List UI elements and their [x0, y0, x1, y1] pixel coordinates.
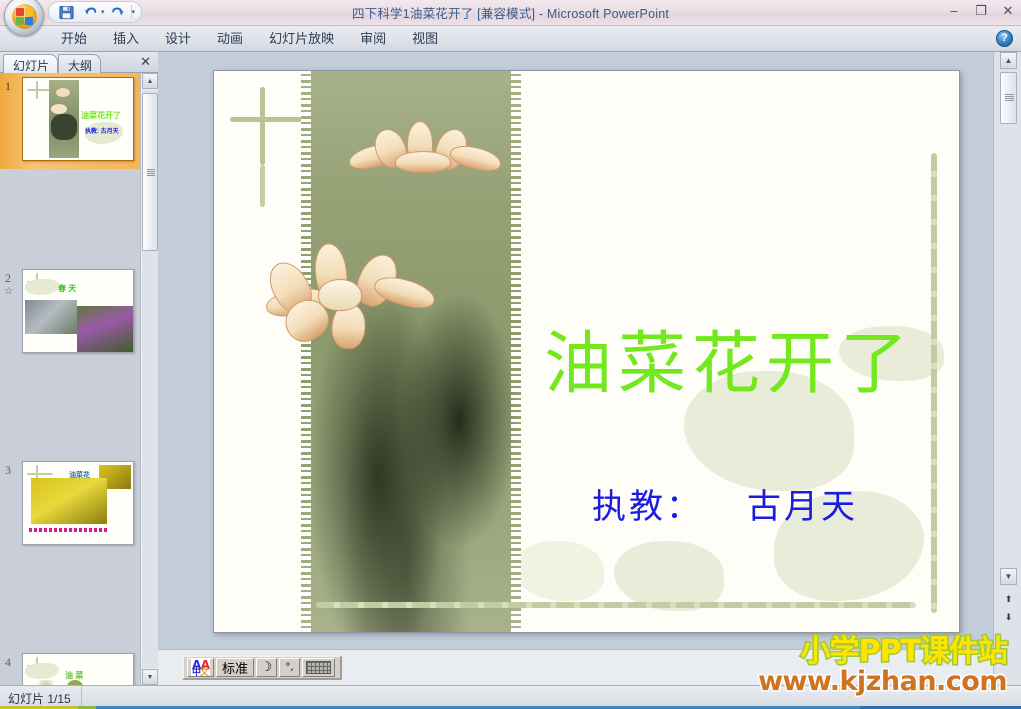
mini-blob-decor — [25, 279, 59, 295]
tab-review[interactable]: 审阅 — [347, 27, 399, 52]
mini-slide-bg: 油菜花开了 执教: 古月天 — [23, 78, 133, 160]
window-controls: – ❐ ✕ — [945, 2, 1017, 20]
panel-scroll-up-button[interactable]: ▲ — [142, 73, 158, 89]
thumbnail-item-4[interactable]: 4 油 菜 — [0, 649, 140, 685]
scroll-grip-icon — [147, 169, 155, 176]
panel-scrollbar[interactable]: ▲ ▼ — [140, 73, 158, 685]
mini-title: 油菜花 — [69, 472, 90, 479]
thumbnail-item-3[interactable]: 3 油菜花 — [0, 457, 140, 553]
thumbnail-list: 1 油菜花开了 执教: 古月天 2 ☆ 春 天 3 油菜花 4 油 菜 — [0, 73, 140, 685]
ime-language-bar[interactable]: A A 中 文 标准 ☽ °, — [182, 655, 342, 680]
ribbon-tabs: 开始 插入 设计 动画 幻灯片放映 审阅 视图 — [48, 26, 451, 52]
thumbnail-preview: 油 菜 — [22, 653, 134, 685]
powerpoint-window: ▾ ▾ 四下科学1油菜花开了 [兼容模式] - Microsoft PowerP… — [0, 0, 1021, 709]
window-title: 四下科学1油菜花开了 [兼容模式] - Microsoft PowerPoint — [351, 7, 670, 21]
undo-dropdown-caret[interactable]: ▾ — [101, 8, 105, 16]
title-bar: ▾ ▾ 四下科学1油菜花开了 [兼容模式] - Microsoft PowerP… — [0, 0, 1021, 36]
ime-mode-button[interactable]: 标准 — [216, 658, 254, 677]
mini-title: 春 天 — [58, 284, 77, 293]
tab-view[interactable]: 视图 — [399, 27, 451, 52]
slides-panel: 幻灯片 大纲 ✕ 1 油菜花开了 执教: 古月天 2 ☆ 春 天 3 油菜花 4… — [0, 52, 158, 685]
office-logo-icon — [12, 4, 37, 29]
thumbnail-preview: 油菜花 — [22, 461, 134, 545]
customize-qat-caret[interactable]: ▾ — [132, 8, 136, 16]
tab-animations[interactable]: 动画 — [204, 27, 256, 52]
subtitle-label: 执教： — [592, 487, 703, 527]
tab-home[interactable]: 开始 — [48, 27, 100, 52]
panel-scroll-down-button[interactable]: ▼ — [142, 669, 158, 685]
slide-edit-area: 油菜花开了 执教： 古月天 A A 中 文 标准 ☽ °, — [158, 52, 993, 685]
scroll-up-button[interactable]: ▲ — [1000, 52, 1017, 69]
slide-title-text[interactable]: 油菜花开了 — [544, 331, 914, 399]
status-bar: 幻灯片 1/15 — [0, 685, 1021, 709]
next-slide-button[interactable]: ⬇ — [1001, 610, 1016, 624]
ime-logo-button[interactable]: A A 中 文 — [187, 658, 214, 677]
panel-tab-outline[interactable]: 大纲 — [58, 54, 102, 73]
tab-design[interactable]: 设计 — [152, 27, 204, 52]
view-status-bar: A A 中 文 标准 ☽ °, — [158, 649, 993, 685]
thumbnail-number: 4 — [5, 655, 11, 669]
panel-close-icon[interactable]: ✕ — [140, 55, 151, 69]
tab-slideshow[interactable]: 幻灯片放映 — [256, 27, 347, 52]
redo-icon — [112, 7, 124, 15]
quick-access-toolbar: ▾ ▾ — [48, 1, 143, 23]
ime-punctuation-button[interactable]: °, — [279, 658, 300, 677]
panel-scroll-track[interactable] — [142, 90, 158, 668]
thumbnail-item-2[interactable]: 2 ☆ 春 天 — [0, 265, 140, 361]
ribbon-tab-bar: 开始 插入 设计 动画 幻灯片放映 审阅 视图 ? — [0, 26, 1021, 52]
scroll-grip-icon — [1005, 94, 1014, 102]
mini-slide-bg: 油 菜 — [23, 654, 133, 685]
thumbnail-number: 2 — [5, 271, 11, 285]
tab-insert[interactable]: 插入 — [100, 27, 152, 52]
slide-subtitle-text[interactable]: 执教： 古月天 — [592, 479, 858, 528]
thumbnail-number: 1 — [5, 79, 11, 93]
maximize-button[interactable]: ❐ — [972, 2, 990, 20]
thumbnail-preview: 油菜花开了 执教: 古月天 — [22, 77, 134, 161]
subtitle-name: 古月天 — [747, 487, 858, 527]
band-right-torn-edge — [511, 71, 521, 632]
save-button[interactable] — [55, 2, 77, 22]
animation-star-icon: ☆ — [4, 286, 13, 297]
mini-slide-bg: 春 天 — [23, 270, 133, 352]
slide-bottom-border-decor — [316, 602, 916, 608]
panel-tab-bar: 幻灯片 大纲 ✕ — [0, 52, 158, 73]
mini-blob-decor — [25, 663, 59, 679]
thumbnail-item-1[interactable]: 1 油菜花开了 执教: 古月天 — [0, 73, 140, 169]
ime-logo-d: 文 — [199, 668, 209, 676]
current-slide-canvas[interactable]: 油菜花开了 执教： 古月天 — [213, 70, 960, 633]
close-button[interactable]: ✕ — [999, 2, 1017, 20]
mini-slide-bg: 油菜花 — [23, 462, 133, 544]
undo-button[interactable] — [79, 2, 101, 22]
save-icon — [58, 5, 74, 19]
panel-tab-slides[interactable]: 幻灯片 — [3, 54, 59, 73]
panel-scroll-thumb[interactable] — [142, 93, 158, 251]
slide-right-border-decor — [931, 153, 937, 613]
undo-icon — [84, 7, 96, 14]
scroll-thumb[interactable] — [1000, 72, 1017, 124]
band-left-torn-edge — [301, 71, 311, 632]
thumbnail-preview: 春 天 — [22, 269, 134, 353]
slide-scrollbar[interactable]: ▲ ▼ ⬆ ⬇ — [993, 52, 1021, 685]
previous-slide-button[interactable]: ⬆ — [1001, 592, 1016, 606]
redo-button[interactable] — [107, 2, 129, 22]
mini-subtitle: 执教: 古月天 — [85, 129, 119, 135]
ime-chinese-icon: A A 中 文 — [191, 659, 210, 676]
minimize-button[interactable]: – — [945, 2, 963, 20]
keyboard-icon — [306, 661, 331, 674]
ime-soft-keyboard-button[interactable] — [302, 658, 335, 677]
mini-title: 油菜花开了 — [81, 111, 121, 120]
scroll-down-button[interactable]: ▼ — [1000, 568, 1017, 585]
thumbnail-number: 3 — [5, 463, 11, 477]
help-icon[interactable]: ? — [996, 30, 1013, 47]
ime-halfwidth-moon-icon[interactable]: ☽ — [256, 658, 277, 677]
